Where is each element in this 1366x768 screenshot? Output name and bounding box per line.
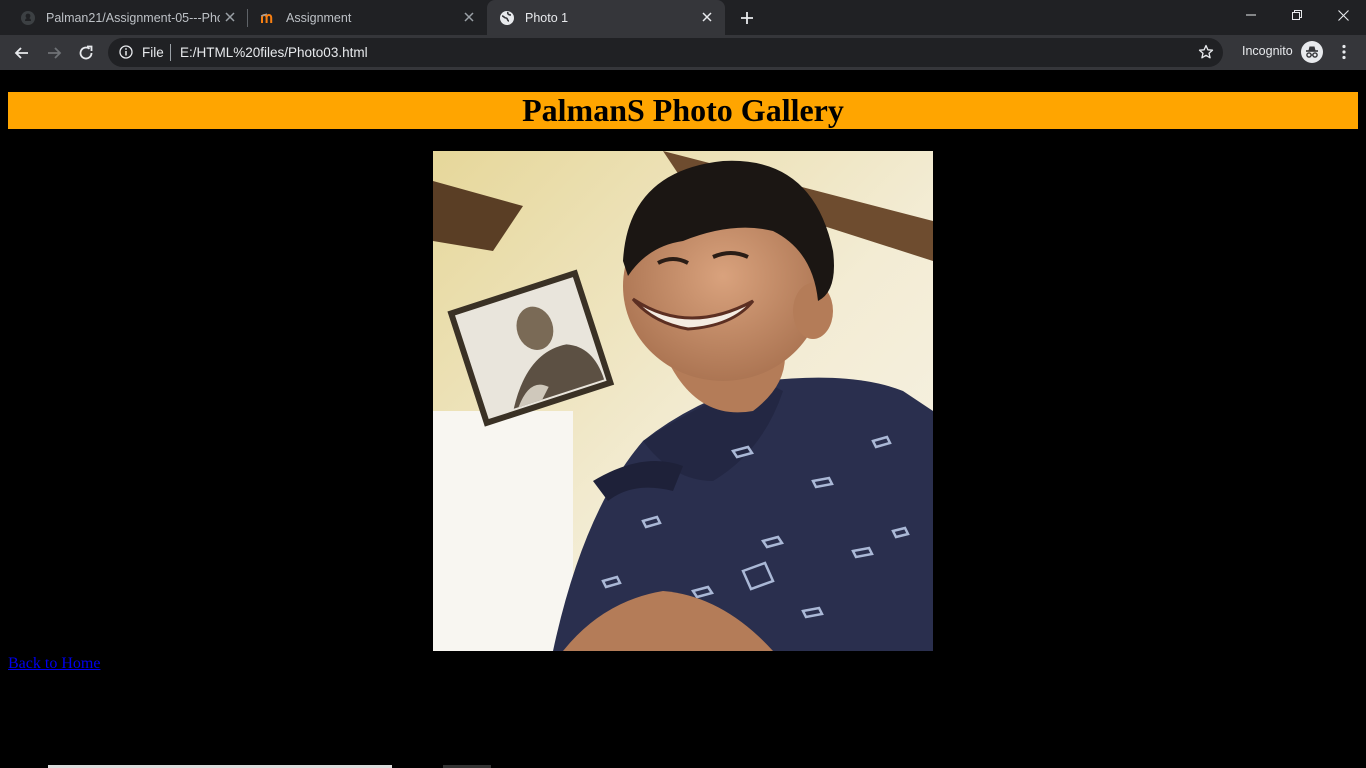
bookmark-star-icon[interactable] bbox=[1197, 43, 1215, 61]
page-viewport: PalmanS Photo Gallery Back to Home bbox=[0, 70, 1366, 768]
incognito-icon[interactable] bbox=[1301, 41, 1323, 63]
tab-title: Photo 1 bbox=[525, 10, 569, 25]
globe-icon bbox=[499, 10, 515, 26]
tab-assignment[interactable]: Assignment bbox=[248, 0, 487, 35]
restore-icon bbox=[1292, 10, 1302, 20]
back-button[interactable] bbox=[8, 39, 36, 67]
address-bar[interactable]: File E:/HTML%20files/Photo03.html bbox=[108, 38, 1223, 67]
gallery-header: PalmanS Photo Gallery bbox=[8, 92, 1358, 129]
tab-photo-1[interactable]: Photo 1 bbox=[487, 0, 725, 35]
forward-button[interactable] bbox=[40, 39, 68, 67]
minimize-icon bbox=[1246, 14, 1256, 16]
moodle-icon bbox=[260, 10, 276, 26]
close-icon[interactable] bbox=[699, 9, 715, 25]
close-icon[interactable] bbox=[461, 9, 477, 25]
tab-title: Palman21/Assignment-05---Photo bbox=[46, 10, 220, 25]
arrow-left-icon bbox=[14, 47, 28, 59]
address-divider bbox=[170, 44, 171, 61]
url-text[interactable]: E:/HTML%20files/Photo03.html bbox=[180, 45, 368, 60]
incognito-label: Incognito bbox=[1242, 44, 1293, 58]
reload-button[interactable] bbox=[72, 39, 100, 67]
tab-strip: Palman21/Assignment-05---Photo Assignmen… bbox=[0, 0, 1366, 35]
more-vertical-icon bbox=[1342, 44, 1346, 60]
tab-title: Assignment bbox=[286, 10, 352, 25]
tab-github[interactable]: Palman21/Assignment-05---Photo bbox=[0, 0, 248, 35]
selfie-photo bbox=[433, 151, 933, 651]
browser-menu-button[interactable] bbox=[1333, 41, 1355, 63]
browser-toolbar: File E:/HTML%20files/Photo03.html Incogn… bbox=[0, 35, 1366, 70]
plus-icon bbox=[741, 12, 753, 24]
close-icon bbox=[1337, 9, 1349, 21]
reload-icon bbox=[79, 45, 93, 60]
close-window-button[interactable] bbox=[1320, 0, 1366, 30]
arrow-right-icon bbox=[48, 47, 62, 59]
minimize-button[interactable] bbox=[1228, 0, 1274, 30]
back-to-home-link[interactable]: Back to Home bbox=[8, 655, 100, 673]
scheme-label: File bbox=[142, 45, 164, 60]
restore-button[interactable] bbox=[1274, 0, 1320, 30]
page-title: PalmanS Photo Gallery bbox=[522, 92, 844, 128]
close-icon[interactable] bbox=[222, 9, 238, 25]
new-tab-button[interactable] bbox=[736, 7, 758, 29]
github-icon bbox=[20, 10, 36, 26]
info-icon[interactable] bbox=[118, 44, 134, 60]
